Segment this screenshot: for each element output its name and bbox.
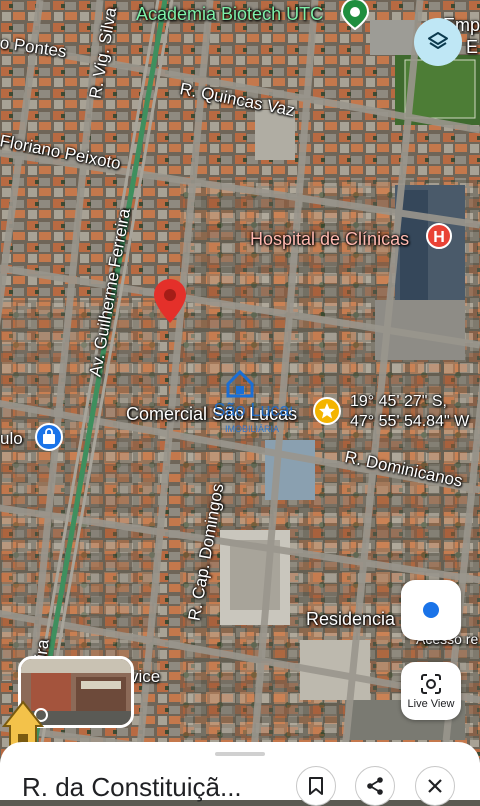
poi-label-residencial[interactable]: Residencia [306,610,395,628]
poi-label-hospital[interactable]: Hospital de Clínicas [250,230,409,248]
poi-label-academia[interactable]: Academia Biotech UTC [136,5,323,23]
place-bottom-sheet[interactable]: R. da Constituiçã... [0,742,480,806]
sheet-drag-handle[interactable] [215,752,265,756]
layers-icon [428,32,448,49]
share-button[interactable] [355,766,395,806]
my-location-button[interactable] [401,580,461,640]
dropped-pin-icon[interactable] [152,278,188,324]
coordinates-lat: 19° 45' 27" S, [350,393,447,410]
save-button[interactable] [296,766,336,806]
camera-scan-icon [421,673,441,694]
live-view-button[interactable]: Live View [401,662,461,720]
real-estate-watermark-logo: São Lucas IMOBILIÁRIA [213,369,292,434]
share-icon [367,777,383,795]
shopping-bag-icon[interactable] [34,422,64,452]
street-label-vice: vice [130,667,161,686]
my-location-icon [423,602,439,618]
layers-button[interactable] [414,18,462,66]
coordinates-readout: 19° 45' 27" S, 47° 55' 54.84" W [350,392,469,432]
starred-place-icon[interactable] [312,396,342,426]
coordinates-lon: 47° 55' 54.84" W [350,413,470,430]
street-label-ulo: ulo [0,429,23,448]
watermark-brand: São Lucas [213,400,292,420]
svg-text:H: H [433,229,445,246]
academia-pin-icon[interactable] [340,0,370,30]
hospital-icon[interactable]: H [425,222,453,250]
close-button[interactable] [415,766,455,806]
place-title[interactable]: R. da Constituiçã... [22,772,242,803]
close-icon [428,779,442,793]
bookmark-icon [309,777,323,795]
live-view-label: Live View [407,697,455,710]
poi-label-empresa-partial2: E [466,37,479,57]
watermark-subtitle: IMOBILIÁRIA [225,424,279,434]
